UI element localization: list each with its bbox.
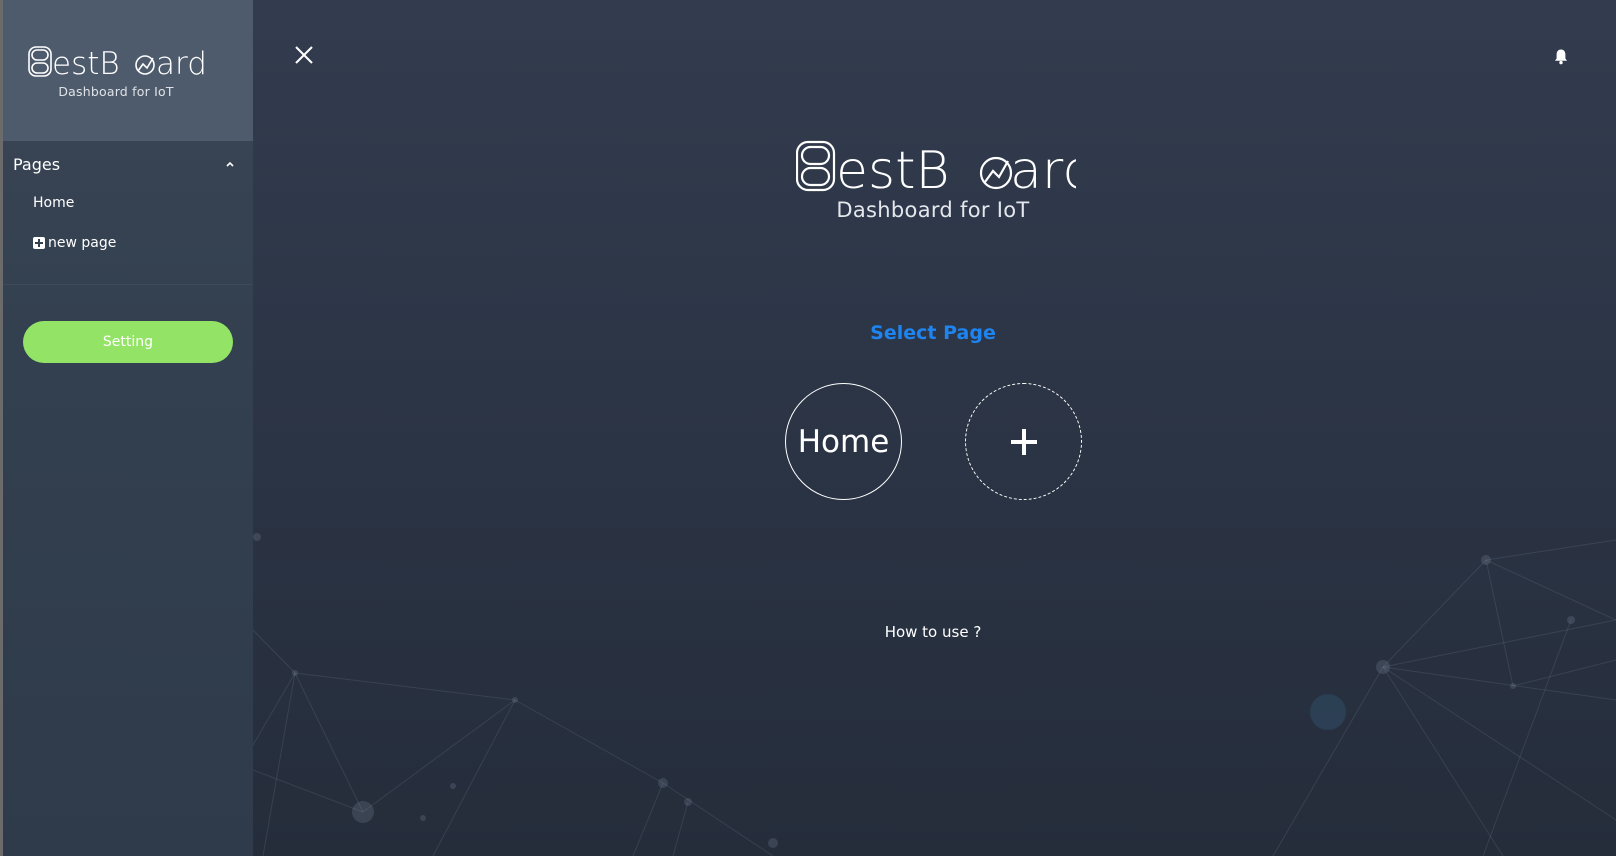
select-page-title: Select Page <box>870 322 996 344</box>
sidebar: estB ard Dashboard for IoT Pages Home ne <box>3 0 253 856</box>
main-content: estB ard Dashboard for IoT Select Page H… <box>253 0 1616 856</box>
sidebar-tagline: Dashboard for IoT <box>58 84 174 99</box>
sidebar-logo-text-end: ard <box>156 46 207 82</box>
hero-logo-text-end: ard <box>1010 141 1076 194</box>
how-to-use-link[interactable]: How to use ? <box>833 623 1033 641</box>
pages-section-title: Pages <box>13 154 61 174</box>
hero-logo: estB ard <box>795 140 1095 201</box>
sidebar-logo-text: estB <box>52 46 120 82</box>
sidebar-item-new-page[interactable]: new page <box>33 235 116 251</box>
setting-button[interactable]: Setting <box>23 321 233 363</box>
hero-tagline: Dashboard for IoT <box>836 198 1030 222</box>
bell-icon[interactable] <box>1553 48 1569 65</box>
page-circle-home[interactable]: Home <box>785 383 902 500</box>
pages-section-header[interactable]: Pages <box>13 152 241 176</box>
plus-icon <box>1010 428 1037 455</box>
sidebar-logo: estB ard <box>27 44 227 84</box>
sidebar-divider <box>3 284 253 285</box>
sidebar-item-label: new page <box>48 235 117 251</box>
chevron-up-icon[interactable] <box>225 159 235 169</box>
sidebar-item-label: Home <box>33 195 75 211</box>
close-icon[interactable] <box>293 44 315 66</box>
hero-logo-text: estB <box>836 141 950 194</box>
page-circle-label: Home <box>797 423 890 460</box>
plus-square-icon <box>33 237 45 249</box>
sidebar-item-home[interactable]: Home <box>33 195 74 211</box>
add-page-button[interactable] <box>965 383 1082 500</box>
sidebar-header: estB ard Dashboard for IoT <box>3 0 253 141</box>
app-window: estB ard Dashboard for IoT Pages Home ne <box>0 0 1616 856</box>
network-background <box>253 533 1616 856</box>
